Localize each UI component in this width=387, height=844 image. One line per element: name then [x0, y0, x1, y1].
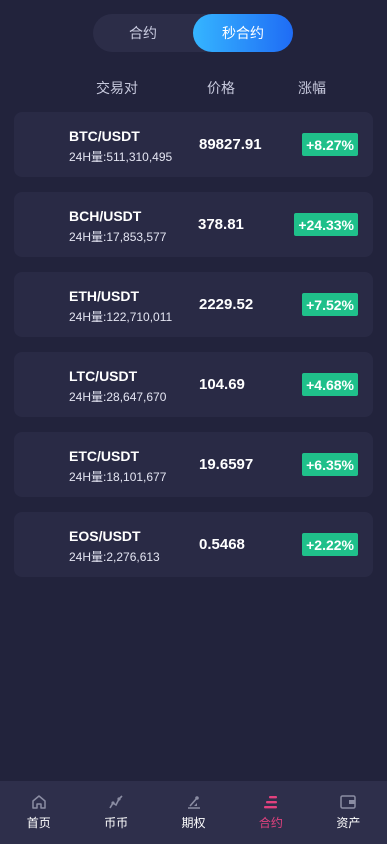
nav-options[interactable]: 期权	[155, 781, 232, 844]
pair-volume: 24H量:17,853,577	[69, 230, 167, 244]
nav-spot[interactable]: 币币	[77, 781, 154, 844]
contract-icon	[263, 796, 277, 809]
pair-price: 19.6597	[199, 456, 254, 473]
pair-name: ETC/USDT	[69, 448, 139, 464]
nav-label: 资产	[336, 816, 361, 830]
options-icon	[187, 796, 200, 809]
pair-price: 378.81	[198, 216, 244, 233]
pair-price: 0.5468	[199, 536, 245, 553]
pair-price: 89827.91	[199, 136, 262, 153]
pair-name: BTC/USDT	[69, 128, 140, 144]
market-row-btc[interactable]: BTC/USDT 24H量:511,310,495 89827.91 +8.27…	[14, 112, 373, 177]
pair-volume: 24H量:511,310,495	[69, 150, 173, 164]
market-row-bch[interactable]: BCH/USDT 24H量:17,853,577 378.81 +24.33%	[14, 192, 373, 257]
tab-second-contract[interactable]: 秒合约	[193, 14, 293, 52]
header-pair: 交易对	[96, 80, 138, 96]
change-badge: +8.27%	[302, 133, 358, 156]
pair-price: 104.69	[199, 376, 245, 393]
market-row-etc[interactable]: ETC/USDT 24H量:18,101,677 19.6597 +6.35%	[14, 432, 373, 497]
pair-price: 2229.52	[199, 296, 254, 313]
pair-name: ETH/USDT	[69, 288, 139, 304]
trend-icon	[109, 795, 123, 809]
nav-contract[interactable]: 合约	[232, 781, 309, 844]
market-row-eos[interactable]: EOS/USDT 24H量:2,276,613 0.5468 +2.22%	[14, 512, 373, 577]
list-header: 交易对 价格 涨幅	[0, 78, 387, 98]
market-row-eth[interactable]: ETH/USDT 24H量:122,710,011 2229.52 +7.52%	[14, 272, 373, 337]
pair-volume: 24H量:122,710,011	[69, 310, 173, 324]
pair-volume: 24H量:18,101,677	[69, 470, 167, 484]
nav-assets[interactable]: 资产	[310, 781, 387, 844]
header-change: 涨幅	[298, 80, 326, 96]
pair-name: BCH/USDT	[69, 208, 142, 224]
change-badge: +7.52%	[302, 293, 358, 316]
change-badge: +4.68%	[302, 373, 358, 396]
tab-contract[interactable]: 合约	[93, 14, 193, 52]
bottom-nav: 首页 币币 期权 合约 资产	[0, 781, 387, 844]
pair-volume: 24H量:28,647,670	[69, 390, 167, 404]
header-price: 价格	[207, 80, 235, 96]
market-row-ltc[interactable]: LTC/USDT 24H量:28,647,670 104.69 +4.68%	[14, 352, 373, 417]
market-list: BTC/USDT 24H量:511,310,495 89827.91 +8.27…	[14, 112, 373, 592]
nav-label: 期权	[181, 816, 206, 830]
home-icon	[31, 795, 46, 809]
nav-label: 合约	[258, 816, 283, 830]
nav-label: 首页	[26, 816, 51, 830]
pair-volume: 24H量:2,276,613	[69, 550, 160, 564]
nav-home[interactable]: 首页	[0, 781, 77, 844]
change-badge: +24.33%	[294, 213, 358, 236]
contract-type-tabs: 合约 秒合约	[93, 14, 293, 52]
wallet-icon	[340, 795, 357, 809]
change-badge: +2.22%	[302, 533, 358, 556]
pair-name: LTC/USDT	[69, 368, 138, 384]
pair-name: EOS/USDT	[69, 528, 141, 544]
nav-label: 币币	[104, 816, 129, 830]
change-badge: +6.35%	[302, 453, 358, 476]
